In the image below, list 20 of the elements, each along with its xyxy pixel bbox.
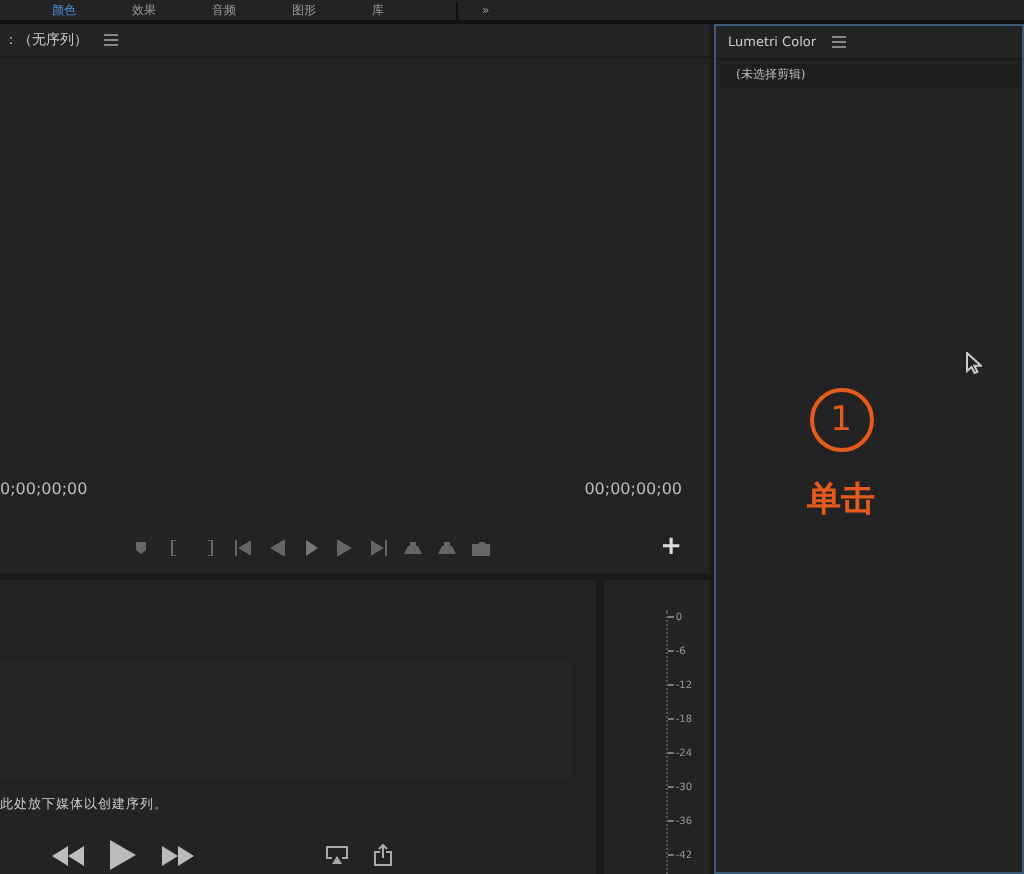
mouse-cursor-icon	[966, 352, 982, 374]
camera-icon[interactable]	[472, 540, 490, 556]
add-button[interactable]: +	[660, 538, 682, 558]
timecode: 00;00;00;00	[584, 480, 682, 498]
play-icon[interactable]	[110, 840, 136, 870]
timecode: 0;00;00;00	[0, 480, 88, 498]
share-icon[interactable]	[374, 844, 392, 866]
go-in-icon[interactable]	[234, 540, 252, 556]
screen-cast-icon[interactable]	[326, 846, 348, 864]
step-back-icon[interactable]	[268, 540, 286, 556]
marker-icon[interactable]	[132, 540, 150, 556]
step-fwd-icon[interactable]	[336, 540, 354, 556]
step-label: 单击	[807, 478, 875, 522]
fast-forward-icon[interactable]	[162, 845, 194, 865]
go-out-icon[interactable]	[370, 540, 388, 556]
step-number: 1	[809, 388, 873, 452]
menu-icon[interactable]	[104, 34, 118, 46]
play-icon[interactable]	[302, 540, 320, 556]
menu-icon[interactable]	[832, 36, 847, 48]
rewind-icon[interactable]	[52, 845, 84, 865]
